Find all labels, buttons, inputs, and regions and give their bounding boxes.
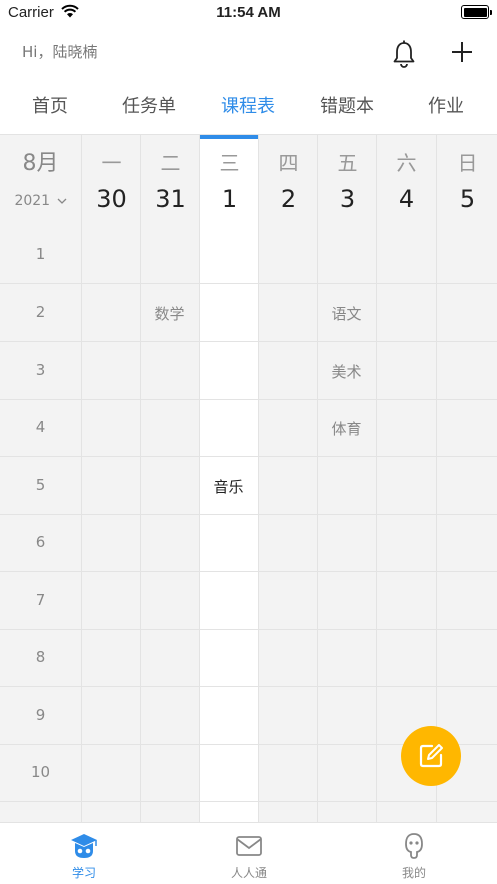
course-art[interactable]: 美术 xyxy=(317,361,376,382)
graduation-cap-icon xyxy=(71,834,97,858)
column-divider xyxy=(258,226,259,822)
course-math[interactable]: 数学 xyxy=(140,303,199,324)
period-number: 1 xyxy=(35,245,46,263)
tab-mistake-book[interactable]: 错题本 xyxy=(302,92,392,118)
edit-icon xyxy=(419,744,443,768)
nav-profile-label: 我的 xyxy=(401,866,426,880)
user-greeting: Hi，陆晓楠 xyxy=(22,43,98,61)
period-number: 5 xyxy=(35,476,46,494)
top-tabs: 首页 任务单 课程表 错题本 作业 xyxy=(0,82,497,135)
weekday-label: 三 xyxy=(219,151,240,175)
period-number: 8 xyxy=(35,648,46,666)
period-number: 7 xyxy=(35,591,46,609)
status-bar: Carrier 11:54 AM xyxy=(0,0,497,26)
day-column-sat[interactable]: 六 4 xyxy=(376,135,436,226)
period-number: 10 xyxy=(30,763,51,781)
edit-fab-button[interactable] xyxy=(401,726,461,786)
period-row: 4 xyxy=(0,399,497,457)
day-column-sun[interactable]: 日 5 xyxy=(436,135,497,226)
day-column-thu[interactable]: 四 2 xyxy=(258,135,318,226)
nav-study-label: 学习 xyxy=(71,866,96,880)
period-row: 6 xyxy=(0,514,497,572)
mail-icon xyxy=(236,836,262,856)
battery-icon xyxy=(461,5,492,19)
day-column-wed-today[interactable]: 三 1 xyxy=(199,135,259,226)
column-divider xyxy=(376,226,377,822)
tab-homework[interactable]: 作业 xyxy=(401,92,491,118)
month-label: 8月 xyxy=(22,151,59,176)
period-number: 9 xyxy=(35,706,46,724)
day-column-tue[interactable]: 二 31 xyxy=(140,135,200,226)
period-row: 7 xyxy=(0,572,497,630)
date-label: 30 xyxy=(96,185,127,213)
date-label: 2 xyxy=(280,185,297,213)
bell-icon[interactable] xyxy=(388,38,420,70)
chevron-down-icon xyxy=(57,198,67,204)
course-pe[interactable]: 体育 xyxy=(317,418,376,439)
weekday-label: 六 xyxy=(396,151,417,175)
year-label: 2021 xyxy=(14,193,51,209)
year-selector[interactable]: 2021 xyxy=(0,193,81,209)
weekday-label: 四 xyxy=(278,151,299,175)
period-row: 8 xyxy=(0,629,497,687)
column-divider xyxy=(81,226,82,822)
column-divider xyxy=(199,226,200,822)
period-number: 4 xyxy=(35,418,46,436)
date-label: 1 xyxy=(221,185,238,213)
nav-messages-label: 人人通 xyxy=(230,866,267,880)
nav-study[interactable]: 学习 xyxy=(24,831,144,881)
header: Hi，陆晓楠 xyxy=(0,26,497,82)
bottom-nav: 学习 人人通 我的 xyxy=(0,822,497,884)
clock: 11:54 AM xyxy=(216,4,281,21)
day-column-fri[interactable]: 五 3 xyxy=(317,135,377,226)
date-label: 5 xyxy=(459,185,476,213)
course-music[interactable]: 音乐 xyxy=(199,476,258,497)
weekday-label: 五 xyxy=(337,151,358,175)
period-number: 3 xyxy=(35,361,46,379)
period-number: 6 xyxy=(35,533,46,551)
weekday-label: 二 xyxy=(160,151,181,175)
course-chinese[interactable]: 语文 xyxy=(317,303,376,324)
nav-messages[interactable]: 人人通 xyxy=(189,831,309,881)
tab-schedule[interactable]: 课程表 xyxy=(203,92,293,118)
day-column-mon[interactable]: 一 30 xyxy=(81,135,141,226)
tab-home[interactable]: 首页 xyxy=(5,92,95,118)
date-label: 3 xyxy=(339,185,356,213)
nav-profile[interactable]: 我的 xyxy=(354,831,474,881)
period-number: 2 xyxy=(35,303,46,321)
profile-icon xyxy=(405,833,423,859)
period-row: 2 xyxy=(0,284,497,342)
date-label: 4 xyxy=(398,185,415,213)
week-header: 8月 2021 一 30 二 31 三 1 四 2 五 3 六 4 日 5 xyxy=(0,135,497,227)
period-row: 3 xyxy=(0,342,497,400)
date-label: 31 xyxy=(155,185,186,213)
weekday-label: 一 xyxy=(101,151,122,175)
add-icon[interactable] xyxy=(448,38,476,66)
period-row: 1 xyxy=(0,226,497,284)
weekday-label: 日 xyxy=(457,151,478,175)
tab-task-list[interactable]: 任务单 xyxy=(104,92,194,118)
